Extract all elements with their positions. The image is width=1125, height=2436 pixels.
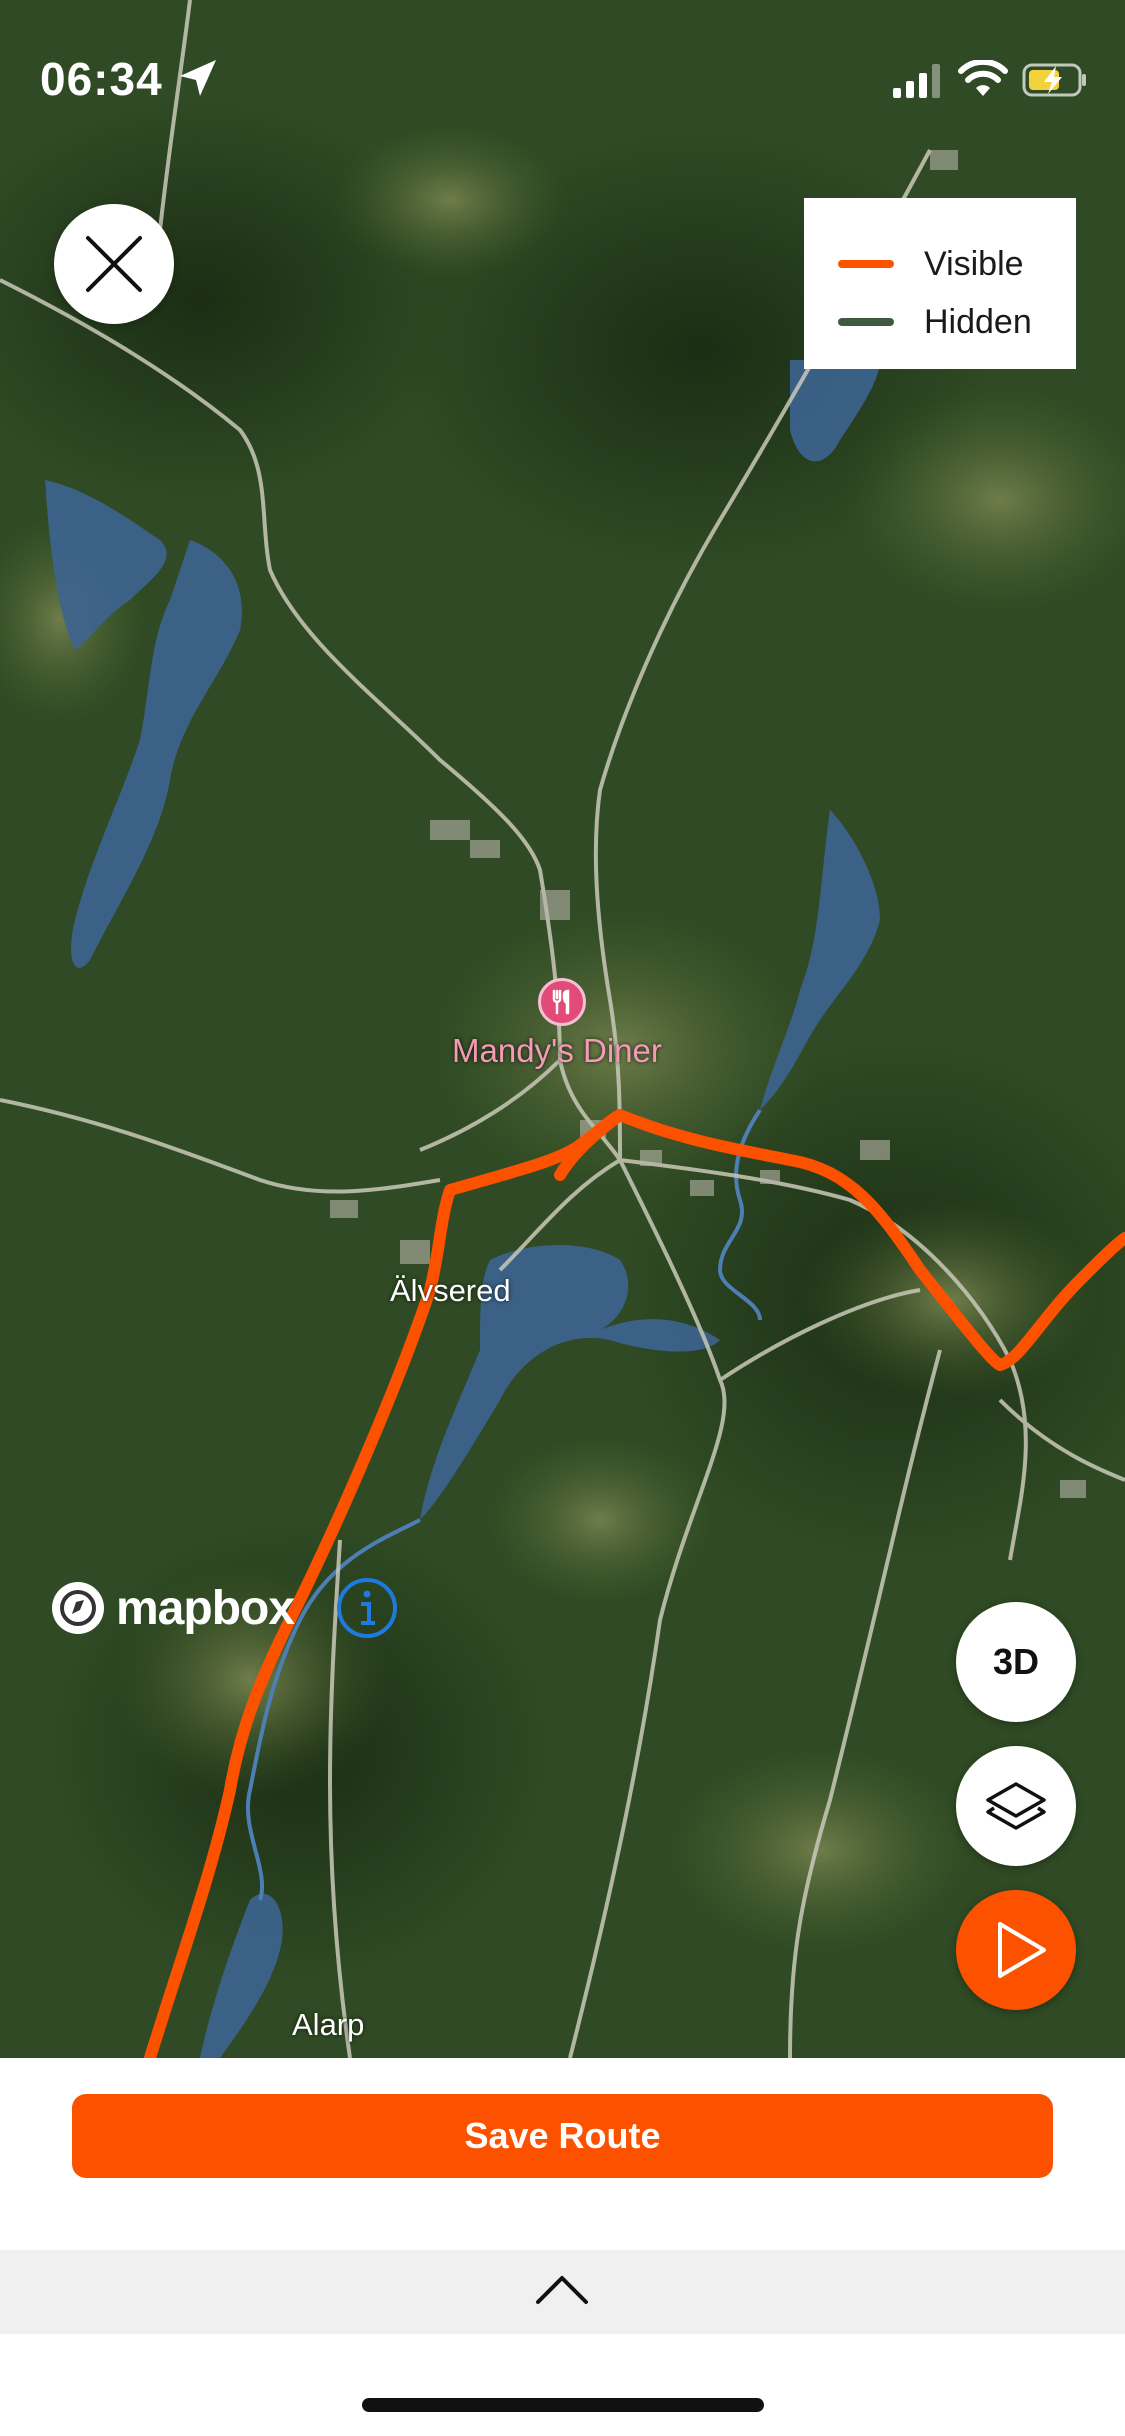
mapbox-attribution[interactable]: mapbox (50, 1580, 295, 1636)
cellular-signal-icon (893, 64, 940, 98)
legend-swatch-visible (838, 260, 894, 268)
info-icon[interactable] (336, 1577, 398, 1639)
home-indicator[interactable] (362, 2398, 764, 2412)
play-icon (998, 1922, 1046, 1978)
route-legend: Visible Hidden (804, 198, 1076, 369)
map-layers-button[interactable] (956, 1746, 1076, 1866)
map-view[interactable]: 06:34 Visible Hidden Mandy's Diner Älvse… (0, 0, 1125, 2058)
save-route-button[interactable]: Save Route (72, 2094, 1053, 2178)
play-flyover-button[interactable] (956, 1890, 1076, 2010)
poi-label[interactable]: Mandy's Diner (452, 1032, 662, 1070)
legend-item-visible: Visible (838, 244, 1024, 284)
location-arrow-icon (180, 60, 216, 96)
battery-charging-icon (1022, 63, 1086, 97)
place-label: Älvsered (390, 1273, 511, 1308)
mapbox-logo-icon (52, 1582, 104, 1634)
legend-label-visible: Visible (924, 244, 1024, 283)
layers-icon (986, 1782, 1046, 1830)
restaurant-icon (552, 989, 570, 1015)
legend-item-hidden: Hidden (838, 302, 1032, 342)
chevron-up-icon (536, 2276, 588, 2304)
3d-toggle-button[interactable]: 3D (956, 1602, 1076, 1722)
save-panel: Save Route (0, 2058, 1125, 2250)
poi-marker-restaurant[interactable] (538, 978, 586, 1026)
status-bar: 06:34 (0, 0, 1125, 160)
close-button[interactable] (54, 204, 174, 324)
place-label: Alarp (292, 2007, 365, 2042)
close-icon (86, 236, 142, 292)
legend-label-hidden: Hidden (924, 302, 1032, 341)
status-time: 06:34 (40, 53, 163, 105)
mapbox-wordmark: mapbox (116, 1581, 295, 1635)
legend-swatch-hidden (838, 318, 894, 326)
wifi-icon (958, 60, 1008, 96)
bottom-drawer-handle[interactable] (0, 2250, 1125, 2334)
